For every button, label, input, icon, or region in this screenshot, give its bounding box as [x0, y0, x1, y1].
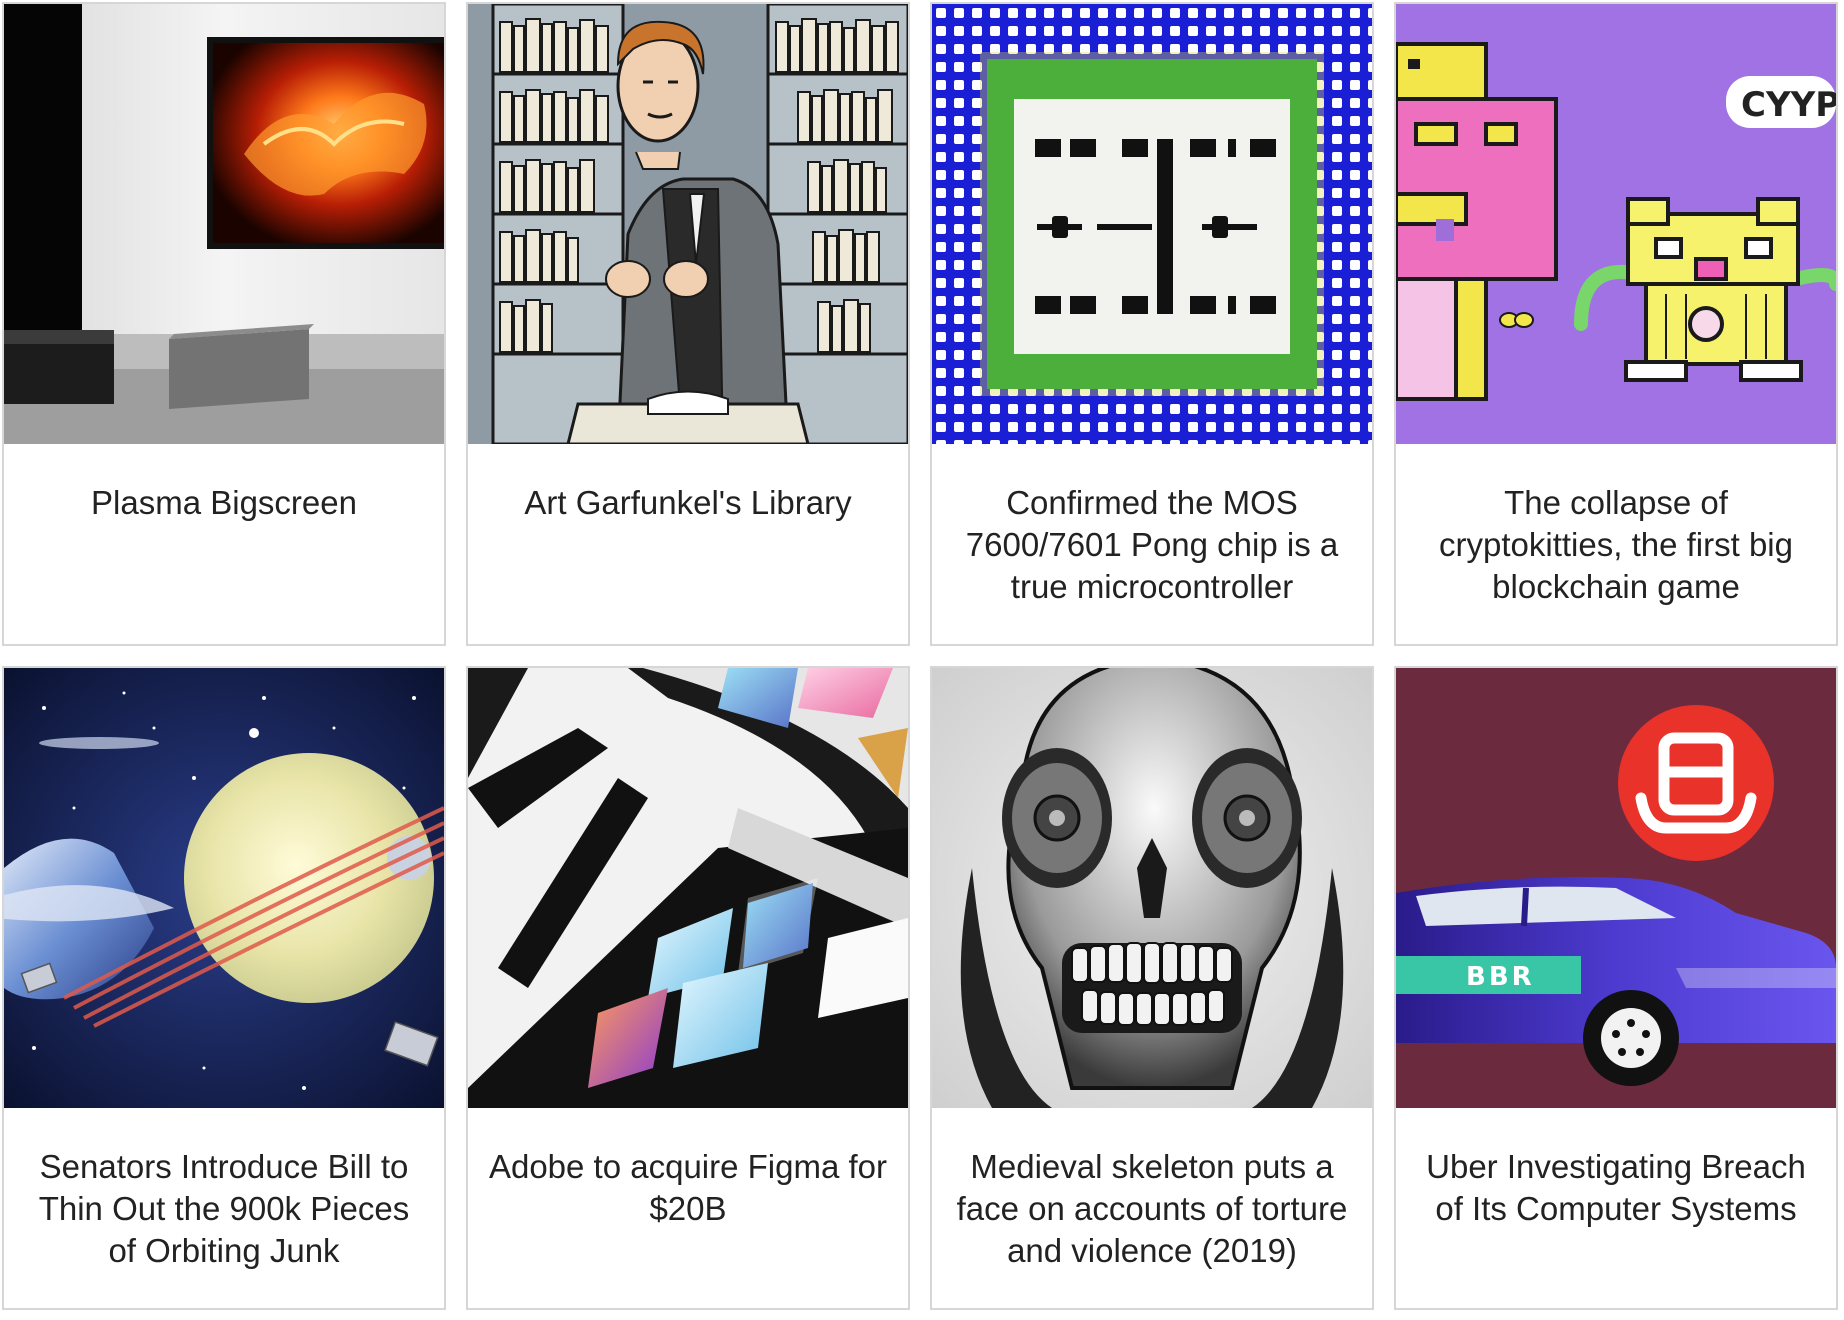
article-card[interactable]: Medieval skeleton puts a face on account…	[930, 666, 1374, 1310]
chip-image[interactable]	[932, 4, 1372, 444]
car-door-text: BBR	[1466, 962, 1535, 992]
space-planets-image[interactable]	[4, 668, 444, 1108]
article-card[interactable]: CYYP The collapse of cryptokitties, the …	[1394, 2, 1838, 646]
article-card[interactable]: BBR Uber Investigating Breach of Its Com…	[1394, 666, 1838, 1310]
abstract-figma-image[interactable]	[468, 668, 908, 1108]
library-portrait-image[interactable]	[468, 4, 908, 444]
article-title[interactable]: Confirmed the MOS 7600/7601 Pong chip is…	[932, 444, 1372, 608]
article-title[interactable]: Plasma Bigscreen	[4, 444, 444, 524]
sign-text: CYYP	[1741, 85, 1836, 125]
article-card[interactable]: Adobe to acquire Figma for $20B	[466, 666, 910, 1310]
article-title[interactable]: Art Garfunkel's Library	[468, 444, 908, 524]
article-card[interactable]: Plasma Bigscreen	[2, 2, 446, 646]
skull-image[interactable]	[932, 668, 1372, 1108]
article-card[interactable]: Art Garfunkel's Library	[466, 2, 910, 646]
article-title[interactable]: Adobe to acquire Figma for $20B	[468, 1108, 908, 1230]
article-title[interactable]: Senators Introduce Bill to Thin Out the …	[4, 1108, 444, 1272]
living-room-tv-image[interactable]	[4, 4, 444, 444]
car-logo-image[interactable]: BBR	[1396, 668, 1836, 1108]
article-card[interactable]: Confirmed the MOS 7600/7601 Pong chip is…	[930, 2, 1374, 646]
article-grid: Plasma Bigscreen Art Garfunkel's Library…	[2, 2, 1840, 1310]
article-title[interactable]: Medieval skeleton puts a face on account…	[932, 1108, 1372, 1272]
pixel-cat-image[interactable]: CYYP	[1396, 4, 1836, 444]
article-card[interactable]: Senators Introduce Bill to Thin Out the …	[2, 666, 446, 1310]
article-title[interactable]: The collapse of cryptokitties, the first…	[1396, 444, 1836, 608]
article-title[interactable]: Uber Investigating Breach of Its Compute…	[1396, 1108, 1836, 1230]
